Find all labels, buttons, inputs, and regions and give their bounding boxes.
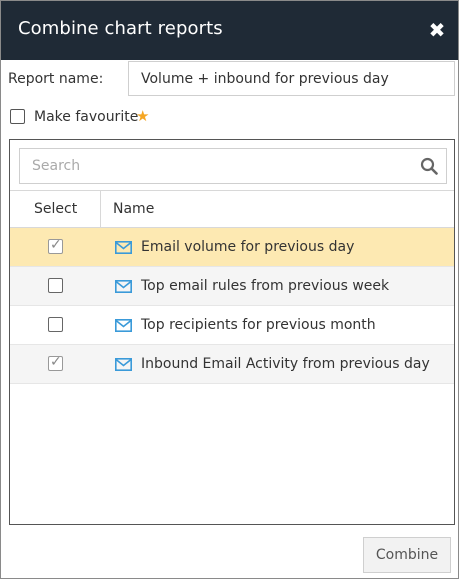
report-rows: ✓ Email volume for previous day Top emai… bbox=[10, 228, 454, 384]
dialog-title: Combine chart reports bbox=[18, 18, 223, 39]
row-checkbox[interactable] bbox=[48, 317, 63, 332]
favourite-row: Make favourite ★ bbox=[9, 107, 209, 129]
table-row[interactable]: ✓ Inbound Email Activity from previous d… bbox=[10, 345, 454, 384]
row-label: Top recipients for previous month bbox=[141, 317, 376, 333]
report-name-row: Report name: bbox=[7, 61, 457, 97]
grid-header: Select Name bbox=[10, 190, 454, 228]
table-row[interactable]: ✓ Email volume for previous day bbox=[10, 228, 454, 267]
checkmark-icon: ✓ bbox=[50, 237, 62, 253]
checkmark-icon: ✓ bbox=[50, 354, 62, 370]
report-list-panel: Select Name ✓ Email volume for previous … bbox=[9, 139, 455, 525]
row-label: Email volume for previous day bbox=[141, 239, 355, 255]
favourite-checkbox[interactable] bbox=[10, 109, 25, 124]
favourite-label[interactable]: Make favourite bbox=[34, 109, 138, 125]
column-header-select-label: Select bbox=[34, 201, 78, 217]
search-input[interactable] bbox=[19, 148, 447, 184]
envelope-icon bbox=[115, 280, 132, 293]
envelope-icon bbox=[115, 241, 132, 254]
star-icon: ★ bbox=[136, 107, 150, 125]
table-row[interactable]: Top recipients for previous month bbox=[10, 306, 454, 345]
envelope-icon bbox=[115, 319, 132, 332]
report-name-input[interactable] bbox=[128, 61, 455, 96]
search-icon[interactable] bbox=[420, 157, 438, 175]
report-name-label: Report name: bbox=[8, 71, 104, 87]
close-icon[interactable]: ✖ bbox=[426, 17, 448, 43]
row-checkbox[interactable]: ✓ bbox=[48, 354, 63, 371]
row-label: Inbound Email Activity from previous day bbox=[141, 356, 430, 372]
row-label: Top email rules from previous week bbox=[141, 278, 390, 294]
column-header-select[interactable]: Select bbox=[10, 191, 101, 228]
dialog-titlebar: Combine chart reports ✖ bbox=[1, 1, 458, 60]
combine-dialog: Combine chart reports ✖ Report name: Mak… bbox=[0, 0, 459, 579]
combine-button[interactable]: Combine bbox=[363, 537, 451, 573]
table-row[interactable]: Top email rules from previous week bbox=[10, 267, 454, 306]
row-checkbox[interactable] bbox=[48, 278, 63, 293]
column-header-name[interactable]: Name bbox=[113, 201, 154, 217]
search-box bbox=[19, 148, 447, 184]
envelope-icon bbox=[115, 358, 132, 371]
row-checkbox[interactable]: ✓ bbox=[48, 237, 63, 254]
